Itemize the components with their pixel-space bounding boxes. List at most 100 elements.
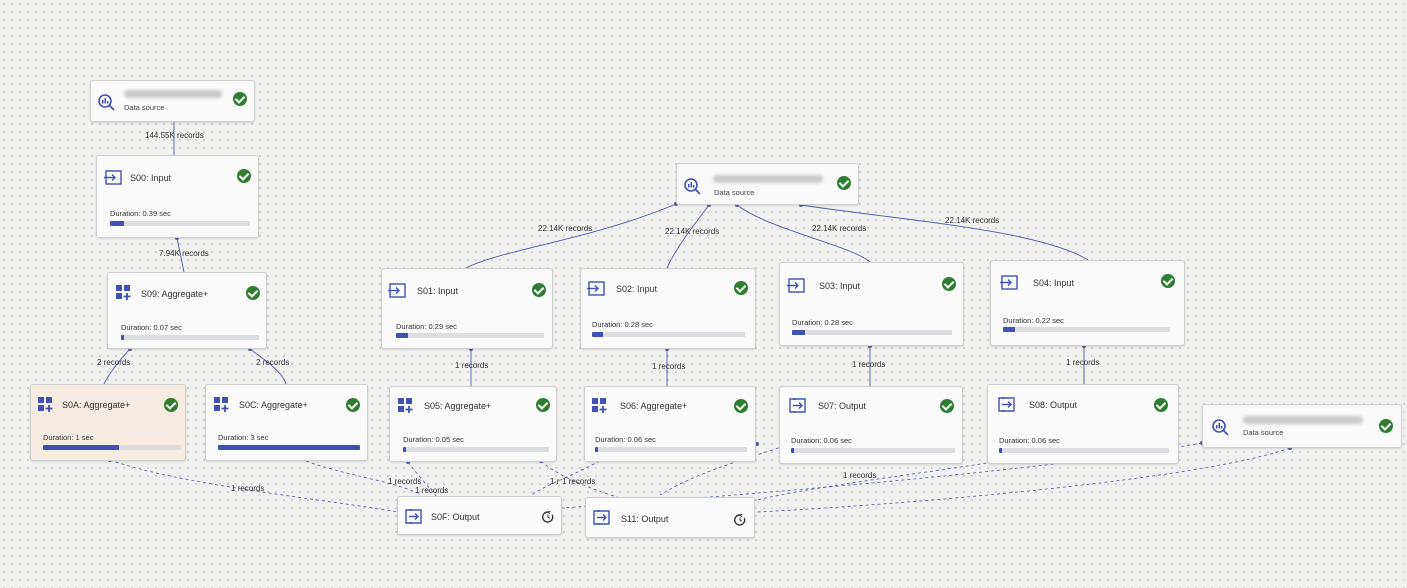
node-title: S0F: Output [431, 512, 480, 522]
node-s0c-aggregate[interactable]: S0C: Aggregate+ Duration: 3 sec [205, 384, 368, 461]
node-s06-aggregate[interactable]: S06: Aggregate+ Duration: 0.06 sec [584, 386, 756, 462]
edge-label: 1 records [652, 362, 686, 371]
data-source-label: Data source [714, 188, 755, 197]
duration-text: Duration: 3 sec [218, 433, 269, 442]
edge-s0c-s0f [294, 456, 421, 495]
duration-text: Duration: 0.22 sec [1003, 316, 1064, 325]
data-search-icon [1212, 419, 1229, 436]
edge-label: 22.14K records [812, 224, 867, 233]
progress-bar [1003, 327, 1170, 332]
duration-text: Duration: 0.28 sec [792, 318, 853, 327]
success-check-icon [1154, 398, 1168, 412]
node-s01-input[interactable]: S01: Input Duration: 0.29 sec [381, 268, 553, 349]
progress-fill [218, 445, 360, 450]
edge-label: 1 records [388, 477, 422, 486]
success-check-icon [1161, 274, 1175, 288]
success-check-icon [734, 399, 748, 413]
duration-text: Duration: 0.28 sec [592, 320, 653, 329]
duration-text: Duration: 0.39 sec [110, 209, 171, 218]
node-title: S08: Output [1029, 400, 1078, 410]
redacted-source-name [124, 90, 222, 98]
success-check-icon [1379, 419, 1393, 433]
data-search-icon [684, 178, 701, 195]
progress-bar [110, 221, 250, 226]
edge-label: 1 records [562, 477, 596, 486]
node-s0a-aggregate[interactable]: S0A: Aggregate+ Duration: 1 sec [30, 384, 186, 461]
edge-label: 22.14K records [538, 224, 593, 233]
success-check-icon [942, 277, 956, 291]
input-arrow-icon [587, 281, 605, 296]
node-title: S06: Aggregate+ [620, 401, 688, 411]
progress-bar [121, 335, 259, 340]
node-title: S11: Output [621, 514, 669, 524]
node-title: S07: Output [818, 401, 867, 411]
node-s0f-output[interactable]: S0F: Output [397, 496, 562, 535]
node-s02-input[interactable]: S02: Input Duration: 0.28 sec [580, 268, 756, 349]
edge-ds2-s02 [666, 204, 710, 269]
progress-fill [592, 332, 603, 337]
success-check-icon [246, 286, 260, 300]
duration-text: Duration: 0.06 sec [999, 436, 1060, 445]
node-s07-output[interactable]: S07: Output Duration: 0.06 sec [779, 386, 963, 464]
success-check-icon [837, 176, 851, 190]
success-check-icon [940, 399, 954, 413]
progress-fill [396, 333, 408, 338]
edge-label: 22.14K records [665, 227, 720, 236]
progress-bar [592, 332, 745, 337]
pipeline-canvas[interactable]: Data source Data source Data source S00:… [0, 0, 1407, 588]
output-arrow-icon [998, 397, 1015, 412]
aggregate-plus-icon [214, 397, 229, 412]
progress-fill [1003, 327, 1015, 332]
node-s04-input[interactable]: S04: Input Duration: 0.22 sec [990, 260, 1185, 346]
progress-bar [396, 333, 544, 338]
pending-clock-icon [542, 511, 554, 523]
duration-text: Duration: 0.07 sec [121, 323, 182, 332]
aggregate-plus-icon [116, 285, 131, 300]
edge-label: 22.14K records [945, 216, 1000, 225]
node-s08-output[interactable]: S08: Output Duration: 0.06 sec [987, 384, 1179, 464]
output-arrow-icon [405, 509, 422, 524]
node-s11-output[interactable]: S11: Output [585, 497, 755, 538]
aggregate-plus-icon [38, 397, 53, 412]
input-arrow-icon [787, 278, 805, 293]
progress-bar [999, 448, 1169, 453]
success-check-icon [734, 281, 748, 295]
progress-bar [43, 445, 181, 450]
data-source-node-2[interactable]: Data source [676, 163, 859, 205]
data-search-icon [98, 94, 115, 111]
success-check-icon [237, 169, 251, 183]
node-title: S01: Input [417, 286, 459, 296]
success-check-icon [536, 398, 550, 412]
progress-bar [218, 445, 360, 450]
edge-label: 1 records [1066, 358, 1100, 367]
node-title: S09: Aggregate+ [141, 289, 209, 299]
duration-text: Duration: 0.05 sec [403, 435, 464, 444]
success-check-icon [346, 398, 360, 412]
input-arrow-icon [1000, 275, 1018, 290]
node-s00-input[interactable]: S00: Input Duration: 0.39 sec [96, 155, 259, 238]
data-source-label: Data source [124, 103, 165, 112]
aggregate-plus-icon [398, 398, 413, 413]
redacted-source-name [713, 175, 823, 183]
node-title: S00: Input [130, 173, 172, 183]
input-arrow-icon [388, 283, 406, 298]
output-arrow-icon [789, 398, 806, 413]
data-source-node-3[interactable]: Data source [1202, 404, 1402, 448]
node-s05-aggregate[interactable]: S05: Aggregate+ Duration: 0.05 sec [389, 386, 557, 462]
duration-text: Duration: 0.29 sec [396, 322, 457, 331]
output-arrow-icon [593, 510, 610, 525]
edge-label: 1 records [415, 486, 449, 495]
node-s09-aggregate[interactable]: S09: Aggregate+ Duration: 0.07 sec [107, 272, 267, 349]
node-s03-input[interactable]: S03: Input Duration: 0.28 sec [779, 262, 964, 346]
duration-text: Duration: 0.06 sec [595, 435, 656, 444]
progress-fill [791, 448, 795, 453]
input-arrow-icon [104, 170, 122, 185]
data-source-node-1[interactable]: Data source [90, 80, 255, 122]
aggregate-plus-icon [592, 398, 607, 413]
duration-text: Duration: 1 sec [43, 433, 94, 442]
node-title: S04: Input [1033, 278, 1075, 288]
duration-text: Duration: 0.06 sec [791, 436, 852, 445]
progress-fill [43, 445, 119, 450]
progress-fill [595, 447, 599, 452]
progress-bar [791, 448, 955, 453]
